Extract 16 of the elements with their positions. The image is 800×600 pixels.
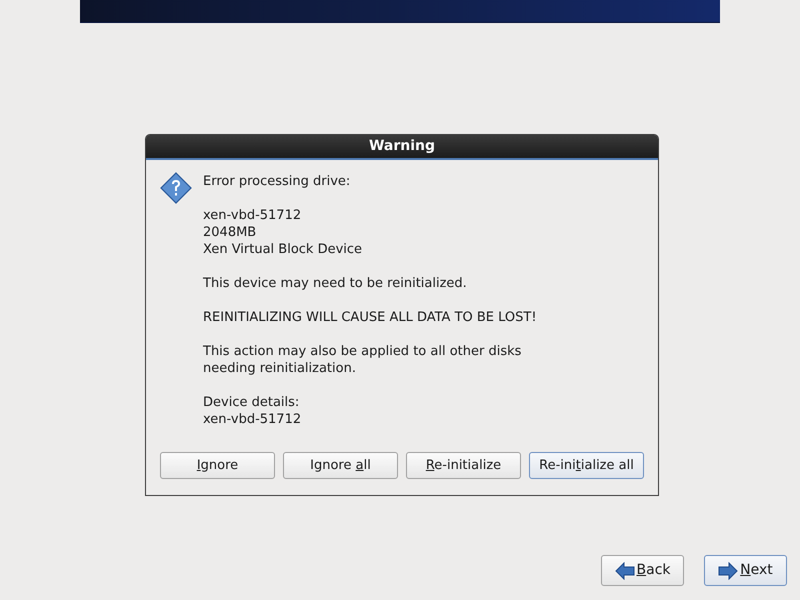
message-text: REINITIALIZING WILL CAUSE ALL DATA TO BE LOST! xyxy=(203,309,537,326)
dialog-button[interactable]: Re-initialize xyxy=(406,452,521,479)
message-text: This action may also be applied to all other disks needing reinitialization. xyxy=(203,343,522,377)
message-text: This device may need to be reinitialized. xyxy=(203,275,468,292)
dialog-button[interactable]: Ignore xyxy=(160,452,275,479)
dialog-button[interactable]: Re-initialize all xyxy=(529,452,644,479)
next-button[interactable]: Next xyxy=(704,555,787,586)
message-text: Error processing drive: xyxy=(203,173,352,190)
back-button[interactable]: Back xyxy=(601,555,684,586)
dialog-title: Warning xyxy=(146,135,658,160)
message-text: Device details: xen-vbd-51712 xyxy=(203,394,302,428)
left-arrow-icon xyxy=(614,562,634,580)
message-text: xen-vbd-51712 2048MB Xen Virtual Block Device xyxy=(203,207,364,258)
right-arrow-icon xyxy=(718,562,738,580)
dialog-button[interactable]: Ignore all xyxy=(283,452,398,479)
question-icon xyxy=(160,172,192,204)
